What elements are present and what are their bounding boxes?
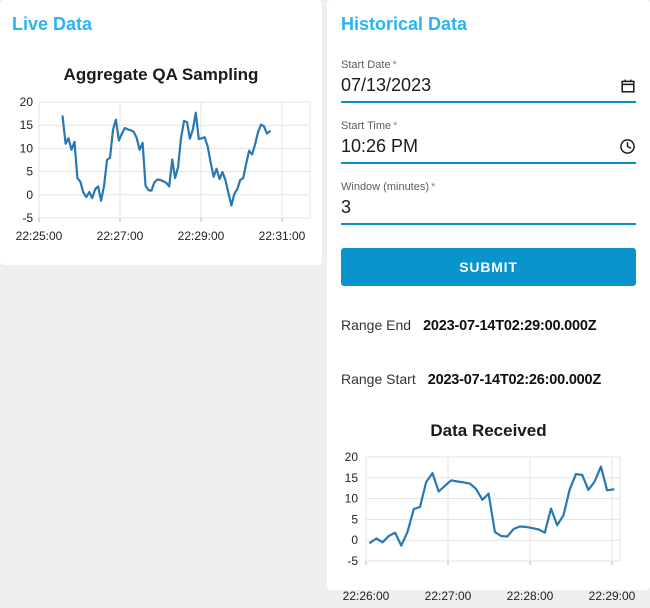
svg-text:20: 20 [20,95,34,109]
start-date-input[interactable] [341,75,614,96]
svg-text:15: 15 [20,118,34,132]
svg-text:-5: -5 [22,211,33,225]
svg-text:22:27:00: 22:27:00 [425,589,472,603]
time-picker-button[interactable] [614,137,636,157]
start-time-label: Start Time [341,120,392,132]
dashboard-page: Live Data Aggregate QA Sampling 20 15 10 5 0… [0,0,650,603]
aggregate-qa-chart-title: Aggregate QA Sampling [63,65,259,84]
data-received-chart-title: Data Received [430,421,547,440]
range-start-row: Range Start 2023-07-14T02:26:00.000Z [341,371,636,388]
svg-text:22:27:00: 22:27:00 [97,229,144,243]
svg-text:22:29:00: 22:29:00 [178,229,225,243]
historical-data-panel: Historical Data Start Date* Sta [327,0,650,603]
data-received-chart: 20 15 10 5 0 -5 22:26:00 22:27:00 22:28:00 22:29:… [343,450,636,603]
range-start-value: 2023-07-14T02:26:00.000Z [427,372,602,388]
svg-text:22:29:00: 22:29:00 [589,589,636,603]
svg-text:22:26:00: 22:26:00 [343,589,390,603]
start-date-field: Start Date * [341,58,636,103]
clock-icon [620,139,635,154]
calendar-icon [621,79,635,93]
live-data-heading: Live Data [12,14,93,34]
svg-text:5: 5 [26,165,33,179]
window-minutes-input[interactable] [341,197,636,218]
svg-text:0: 0 [26,188,33,202]
svg-text:10: 10 [345,492,359,506]
svg-text:22:25:00: 22:25:00 [16,229,63,243]
aggregate-qa-chart: 20 15 10 5 0 -5 22:25:00 22:27:00 22:29:00 22:31:… [16,95,311,243]
svg-text:15: 15 [345,471,359,485]
required-asterisk: * [392,59,397,71]
required-asterisk: * [431,181,436,193]
window-minutes-field: Window (minutes) * [341,180,636,225]
svg-text:22:31:00: 22:31:00 [259,229,306,243]
start-time-field: Start Time * [341,119,636,164]
range-end-row: Range End 2023-07-14T02:29:00.000Z [341,317,636,334]
range-end-value: 2023-07-14T02:29:00.000Z [423,318,597,334]
range-start-label: Range Start [341,371,416,387]
date-picker-button[interactable] [614,76,636,96]
svg-text:10: 10 [20,141,34,155]
start-time-input[interactable] [341,136,614,157]
historical-data-heading: Historical Data [341,14,468,34]
svg-text:5: 5 [351,512,358,526]
live-data-panel: Live Data Aggregate QA Sampling 20 15 10 5 0… [0,0,322,265]
svg-text:20: 20 [345,450,359,464]
required-asterisk: * [393,120,398,132]
window-minutes-label: Window (minutes) [341,181,430,193]
submit-button[interactable]: SUBMIT [341,248,636,286]
svg-text:0: 0 [351,533,358,547]
start-date-label: Start Date [341,59,391,71]
range-end-label: Range End [341,317,412,333]
svg-text:-5: -5 [347,554,358,568]
svg-text:22:28:00: 22:28:00 [507,589,554,603]
